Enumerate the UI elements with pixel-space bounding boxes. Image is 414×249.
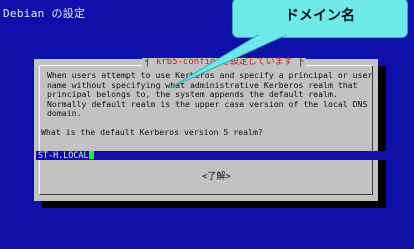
callout-pointer-shape: [169, 34, 287, 89]
callout-pointer: [169, 34, 287, 89]
